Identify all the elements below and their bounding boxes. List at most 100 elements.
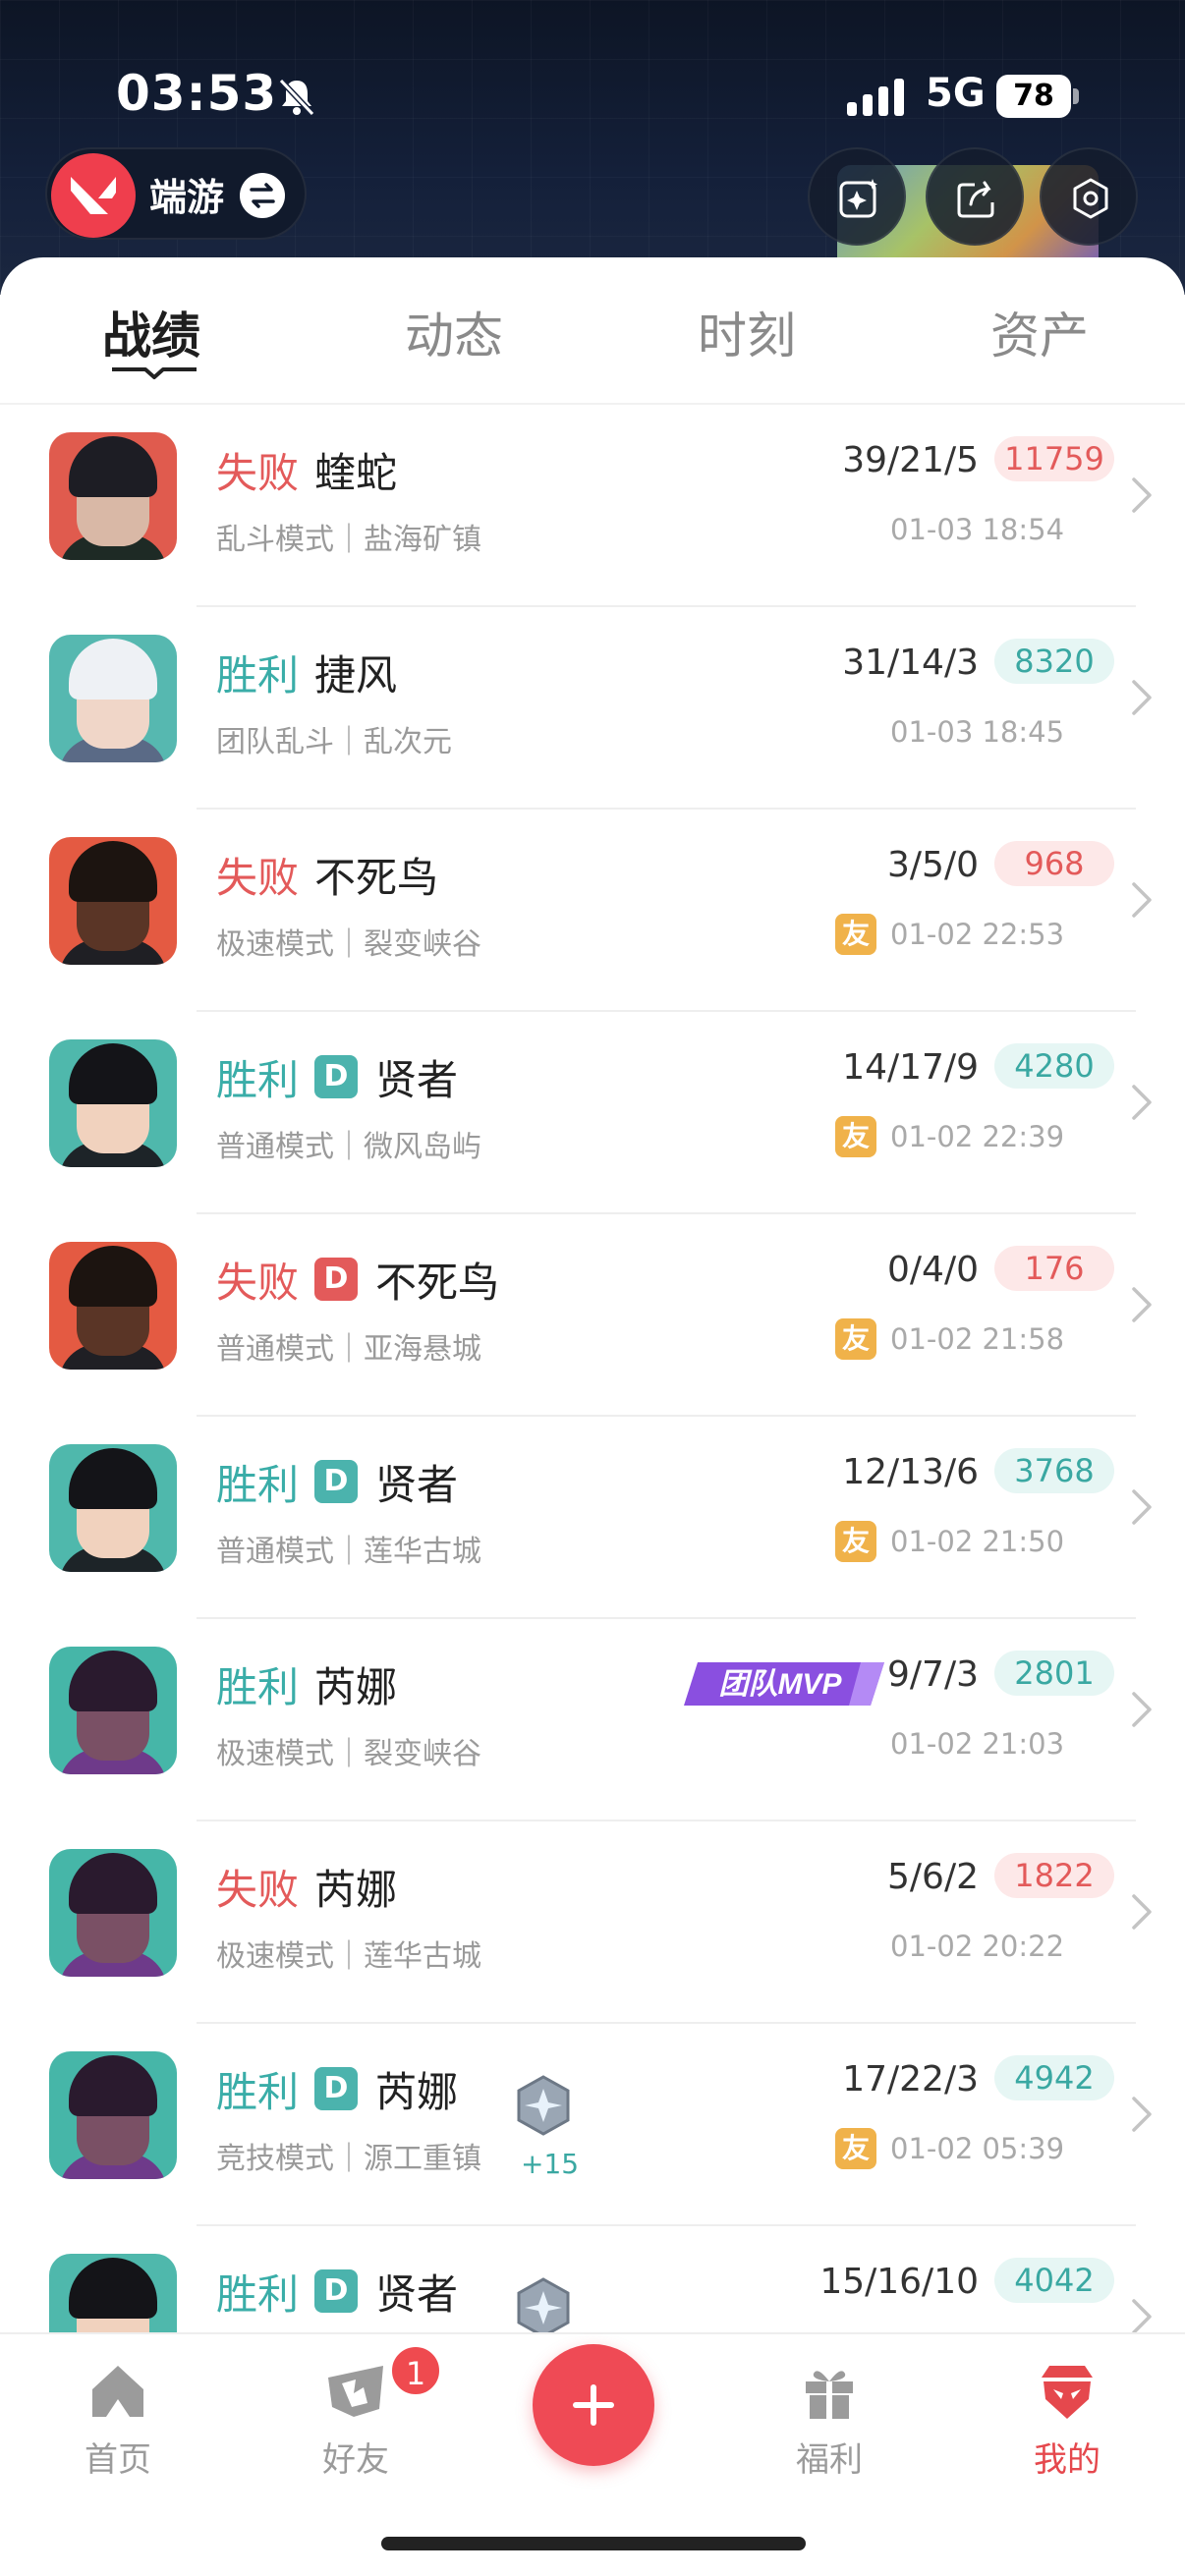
nav-me-label: 我的	[1034, 2440, 1100, 2480]
kda: 39/21/5	[842, 440, 979, 480]
tab-bar: 战绩 动态 时刻 资产	[0, 257, 1185, 405]
score-badge: 176	[994, 1246, 1114, 1291]
match-time: 01-02 21:50	[890, 1525, 1065, 1558]
nav-welfare-label: 福利	[796, 2440, 863, 2480]
match-mode: 极速模式｜裂变峡谷	[216, 1737, 481, 1771]
hero-avatar	[49, 837, 177, 965]
kda: 17/22/3	[842, 2059, 979, 2100]
match-result: 胜利	[216, 2068, 300, 2116]
settings-button[interactable]	[1040, 147, 1138, 246]
nav-home-label: 首页	[85, 2440, 151, 2480]
score-badge: 1822	[994, 1853, 1114, 1898]
battery-icon: 78	[996, 75, 1079, 118]
match-row[interactable]: 失败 芮娜 极速模式｜莲华古城 5/6/2 1822 01-02 20:22	[0, 1821, 1185, 2024]
match-row[interactable]: 失败 不死鸟 极速模式｜裂变峡谷 3/5/0 968 友 01-02 22:53	[0, 810, 1185, 1012]
kda: 9/7/3	[887, 1654, 979, 1695]
kda: 14/17/9	[842, 1047, 979, 1088]
score-badge: 8320	[994, 639, 1114, 684]
nav-welfare[interactable]: 福利	[761, 2360, 898, 2497]
swap-icon	[240, 173, 285, 218]
status-time: 03:53	[116, 65, 278, 122]
tab-indicator	[112, 367, 197, 379]
chevron-right-icon	[1132, 680, 1152, 715]
valorant-logo-icon	[51, 153, 136, 238]
match-result: 失败	[216, 449, 300, 497]
match-time: 01-02 22:53	[890, 918, 1065, 951]
match-time: 01-03 18:45	[890, 715, 1065, 749]
match-time: 01-02 21:03	[890, 1727, 1065, 1761]
friends-icon	[328, 2366, 383, 2417]
hero-name: 芮娜	[314, 1663, 398, 1711]
hero-name: 芮娜	[314, 1866, 398, 1914]
rank-icon	[517, 2277, 570, 2338]
match-time: 01-03 18:54	[890, 513, 1065, 546]
friend-badge: 友	[835, 1116, 876, 1157]
hero-name: 不死鸟	[375, 1259, 500, 1307]
match-time: 01-02 21:58	[890, 1322, 1065, 1356]
duo-badge: D	[314, 1460, 358, 1503]
match-mode: 普通模式｜亚海悬城	[216, 1332, 481, 1367]
share-button[interactable]	[926, 147, 1024, 246]
match-row[interactable]: 失败 D 不死鸟 普通模式｜亚海悬城 0/4/0 176 友 01-02 21:58	[0, 1214, 1185, 1417]
hero-avatar	[49, 1849, 177, 1977]
match-time: 01-02 22:39	[890, 1120, 1065, 1153]
chevron-right-icon	[1132, 1894, 1152, 1930]
share-icon	[957, 181, 994, 218]
match-result: 胜利	[216, 2270, 300, 2319]
chevron-right-icon	[1132, 1692, 1152, 1727]
match-row[interactable]: 胜利 捷风 团队乱斗｜乱次元 31/14/3 8320 01-03 18:45	[0, 607, 1185, 810]
hero-name: 不死鸟	[314, 854, 439, 902]
hero-name: 捷风	[314, 651, 398, 700]
nav-home[interactable]: 首页	[49, 2360, 187, 2497]
match-result: 失败	[216, 1866, 300, 1914]
match-result: 失败	[216, 1259, 300, 1307]
score-badge: 4280	[994, 1043, 1114, 1089]
friend-badge: 友	[835, 914, 876, 955]
hero-name: 蝰蛇	[314, 449, 398, 497]
friend-badge: 友	[835, 1521, 876, 1562]
match-row[interactable]: 胜利 D 芮娜 竞技模式｜源工重镇 +15 17/22/3 4942 友 01-02 05:3…	[0, 2024, 1185, 2226]
hero-avatar	[49, 1444, 177, 1572]
score-badge: 3768	[994, 1448, 1114, 1493]
tab-records[interactable]: 战绩	[102, 297, 200, 367]
chevron-right-icon	[1132, 1489, 1152, 1525]
hero-name: 贤者	[375, 2270, 459, 2319]
match-row[interactable]: 胜利 D 贤者 普通模式｜莲华古城 12/13/6 3768 友 01-02 21:50	[0, 1417, 1185, 1619]
gift-icon	[806, 2371, 853, 2419]
duo-badge: D	[314, 1055, 358, 1098]
hero-name: 贤者	[375, 1056, 459, 1104]
mvp-badge: 团队MVP	[684, 1662, 884, 1706]
friend-badge: 友	[835, 2128, 876, 2169]
match-result: 胜利	[216, 1461, 300, 1509]
hero-avatar	[49, 432, 177, 560]
signal-icon	[847, 79, 904, 116]
match-mode: 竞技模式｜源工重镇	[216, 2142, 481, 2176]
chevron-right-icon	[1132, 1085, 1152, 1120]
kda: 12/13/6	[842, 1452, 979, 1492]
tab-feed[interactable]: 动态	[405, 297, 503, 367]
kda: 31/14/3	[842, 643, 979, 683]
match-mode: 极速模式｜裂变峡谷	[216, 927, 481, 962]
friend-badge: 友	[835, 1318, 876, 1360]
create-button[interactable]	[533, 2344, 654, 2466]
score-badge: 4942	[994, 2055, 1114, 2100]
score-badge: 11759	[994, 436, 1114, 481]
score-badge: 4042	[994, 2258, 1114, 2303]
game-name: 端游	[149, 176, 225, 219]
tab-moments[interactable]: 时刻	[698, 297, 796, 367]
match-mode: 乱斗模式｜盐海矿镇	[216, 523, 481, 557]
match-row[interactable]: 胜利 芮娜 极速模式｜裂变峡谷 团队MVP 9/7/3 2801 01-02 21:03	[0, 1619, 1185, 1821]
sparkle-button[interactable]	[808, 147, 906, 246]
nav-me[interactable]: 我的	[998, 2360, 1136, 2497]
match-mode: 极速模式｜莲华古城	[216, 1939, 481, 1974]
game-switcher[interactable]: 端游	[45, 147, 307, 240]
tab-assets[interactable]: 资产	[990, 297, 1089, 367]
chevron-right-icon	[1132, 882, 1152, 918]
home-icon	[92, 2366, 143, 2417]
match-result: 失败	[216, 854, 300, 902]
plus-icon	[573, 2384, 614, 2426]
match-row[interactable]: 失败 蝰蛇乱斗模式｜盐海矿镇 39/21/5 11759 01-03 18:54	[0, 405, 1185, 607]
hero-avatar	[49, 1039, 177, 1167]
match-row[interactable]: 胜利 D 贤者 普通模式｜微风岛屿 14/17/9 4280 友 01-02 22:39	[0, 1012, 1185, 1214]
mvp-label: 团队MVP	[718, 1668, 842, 1701]
